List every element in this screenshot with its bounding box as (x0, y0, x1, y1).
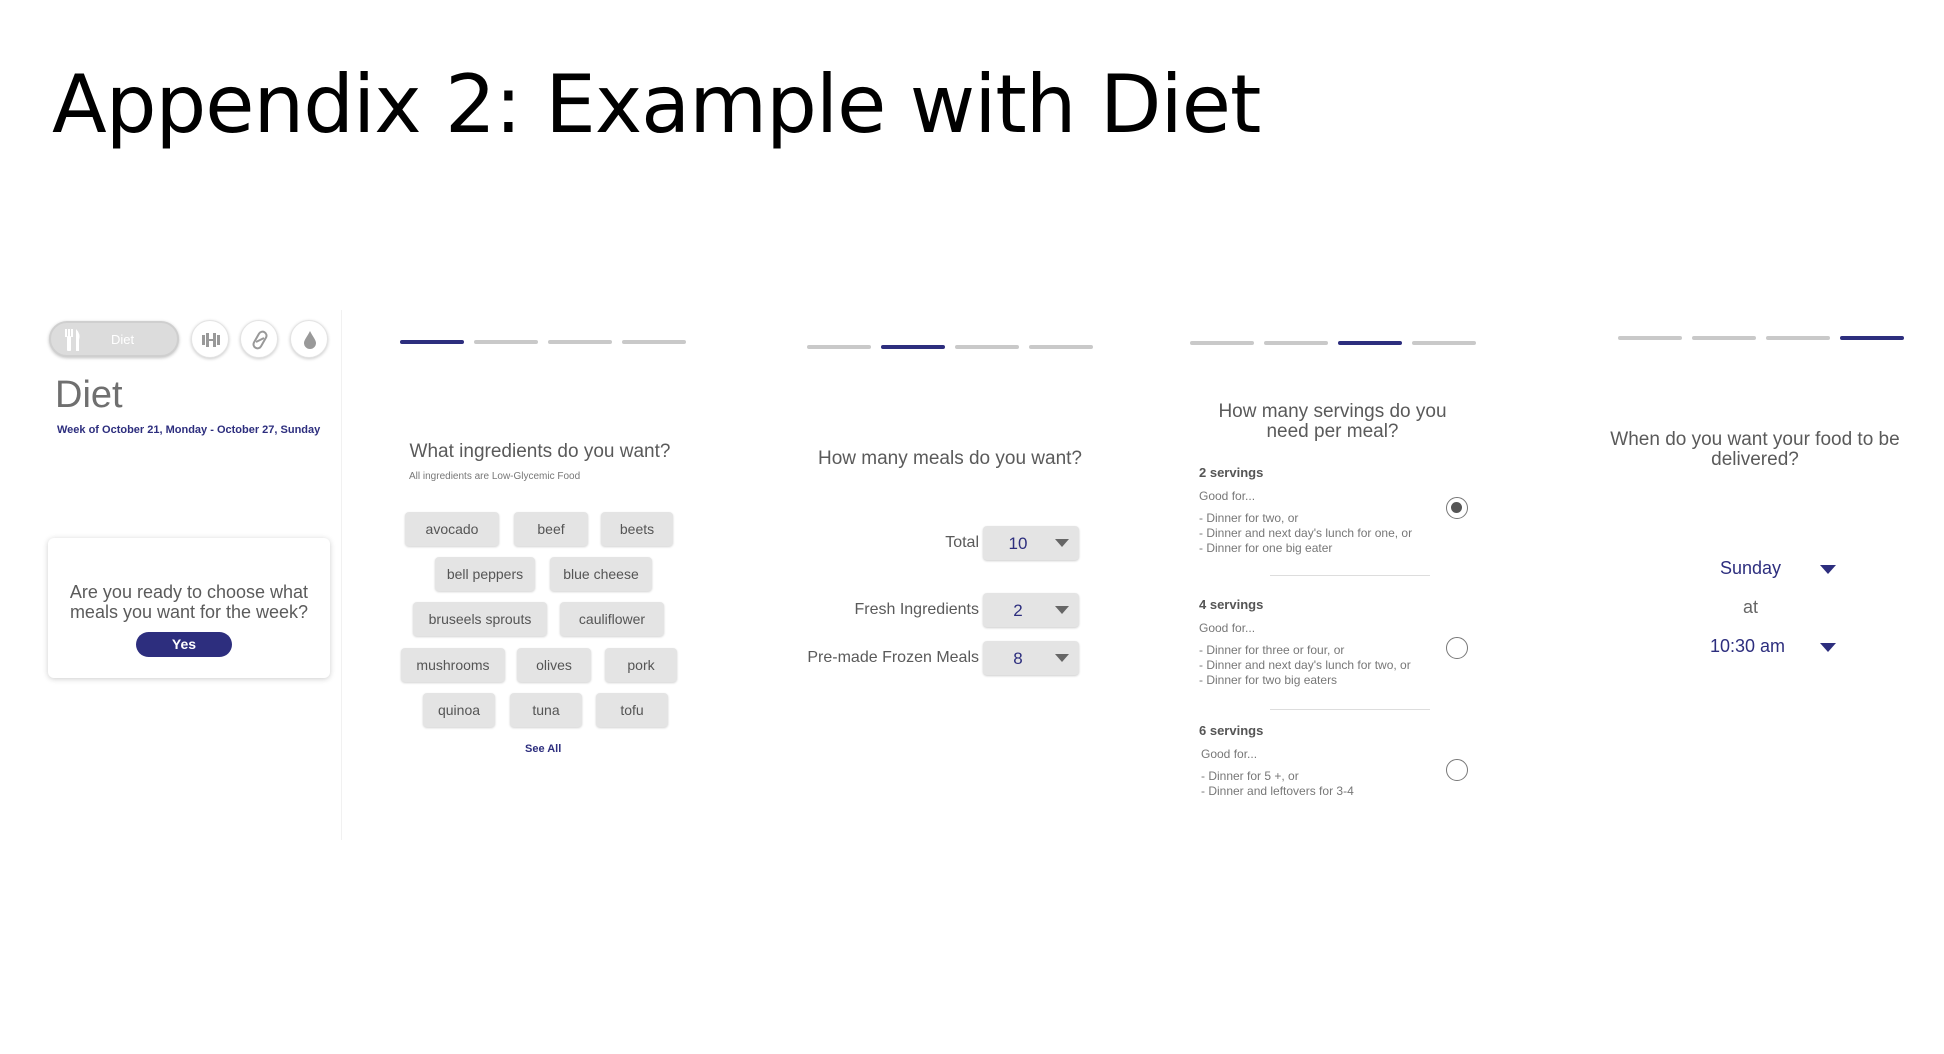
servings-detail: - Dinner for two big eaters (1199, 673, 1338, 687)
servings-option-title: 2 servings (1199, 465, 1264, 480)
servings-4-radio[interactable] (1446, 637, 1468, 659)
chevron-down-icon (1055, 539, 1069, 547)
divider (1270, 709, 1430, 710)
ingredient-chip-blue-cheese[interactable]: blue cheese (550, 557, 652, 591)
progress-step-1 (1190, 341, 1254, 345)
fresh-ingredients-select[interactable]: 2 (983, 593, 1079, 627)
progress-step-4 (1029, 345, 1093, 349)
medication-tab-button[interactable] (240, 320, 278, 358)
progress-step-4 (1412, 341, 1476, 345)
total-select[interactable]: 10 (983, 526, 1079, 560)
fork-knife-icon (65, 329, 80, 351)
delivery-screen: When do you want your food to be deliver… (1610, 330, 1930, 730)
ingredient-chip-quinoa[interactable]: quinoa (423, 693, 495, 727)
ingredient-chip-olives[interactable]: olives (517, 648, 591, 682)
servings-screen: How many servings do you need per meal? … (1190, 335, 1510, 815)
servings-good-for: Good for... (1201, 747, 1258, 761)
total-value: 10 (1008, 534, 1028, 553)
ingredients-note: All ingredients are Low-Glycemic Food (409, 471, 581, 482)
hydration-tab-button[interactable] (290, 320, 328, 358)
ingredients-screen: What ingredients do you want? All ingred… (395, 330, 695, 770)
progress-step-3 (955, 345, 1019, 349)
delivery-day-dropdown[interactable]: Sunday (1720, 556, 1850, 586)
ingredient-chip-cauliflower[interactable]: cauliflower (560, 602, 664, 636)
ingredients-question: What ingredients do you want? (409, 441, 671, 462)
ingredient-chip-bruseels-sprouts[interactable]: bruseels sprouts (413, 602, 547, 636)
frozen-meals-select[interactable]: 8 (983, 641, 1079, 675)
progress-step-1 (807, 345, 871, 349)
progress-bar (1190, 341, 1480, 346)
meal-ready-card: Are you ready to choose what meals you w… (48, 538, 330, 678)
meals-screen: How many meals do you want? Total 10 Fre… (795, 335, 1125, 735)
progress-step-2 (474, 340, 538, 344)
servings-good-for: Good for... (1199, 489, 1256, 503)
delivery-time-value: 10:30 am (1710, 636, 1786, 656)
servings-2-radio[interactable] (1446, 497, 1468, 519)
servings-detail: - Dinner for 5 +, or (1201, 769, 1299, 783)
progress-step-1 (1618, 336, 1682, 340)
week-range: Week of October 21, Monday - October 27,… (57, 424, 321, 436)
ingredient-chip-bell-peppers[interactable]: bell peppers (435, 557, 535, 591)
servings-option-title: 6 servings (1199, 723, 1264, 738)
fresh-ingredients-label: Fresh Ingredients (854, 601, 979, 618)
at-label: at (1743, 597, 1759, 617)
ingredient-chip-pork[interactable]: pork (605, 648, 677, 682)
progress-step-3 (1338, 341, 1402, 345)
progress-step-4 (622, 340, 686, 344)
chevron-down-icon (1055, 606, 1069, 614)
ingredient-chip-tuna[interactable]: tuna (510, 693, 582, 727)
frozen-meals-value: 8 (1013, 649, 1023, 668)
progress-step-3 (548, 340, 612, 344)
ingredient-chip-avocado[interactable]: avocado (405, 512, 499, 546)
progress-step-4 (1840, 336, 1904, 340)
progress-bar (400, 340, 690, 345)
progress-step-2 (881, 345, 945, 349)
delivery-question: When do you want your food to be deliver… (1610, 429, 1900, 470)
meals-question: How many meals do you want? (817, 448, 1082, 469)
diet-tab-label: Diet (111, 332, 135, 347)
meal-ready-prompt: Are you ready to choose what meals you w… (69, 582, 309, 622)
chevron-down-icon (1055, 654, 1069, 662)
ingredient-chip-tofu[interactable]: tofu (596, 693, 668, 727)
pill-icon (252, 330, 268, 350)
servings-detail: - Dinner for one big eater (1199, 541, 1333, 555)
progress-step-2 (1692, 336, 1756, 340)
chevron-down-icon (1820, 643, 1836, 652)
see-all-link[interactable]: See All (525, 743, 561, 755)
servings-detail: - Dinner and leftovers for 3-4 (1201, 784, 1354, 798)
fitness-tab-button[interactable] (191, 320, 229, 358)
servings-question: How many servings do you need per meal? (1218, 401, 1447, 442)
progress-step-3 (1766, 336, 1830, 340)
water-drop-icon (304, 331, 316, 349)
progress-step-1 (400, 340, 464, 344)
diet-tab[interactable]: Diet (49, 321, 179, 357)
servings-detail: - Dinner and next day's lunch for two, o… (1199, 658, 1411, 672)
progress-bar (807, 345, 1097, 350)
ingredient-chip-beets[interactable]: beets (601, 512, 673, 546)
divider (1270, 575, 1430, 576)
fresh-ingredients-value: 2 (1013, 601, 1023, 620)
delivery-day-value: Sunday (1720, 558, 1782, 578)
servings-good-for: Good for... (1199, 621, 1256, 635)
progress-bar (1618, 336, 1908, 341)
slide-title: Appendix 2: Example with Diet (52, 58, 1261, 151)
servings-6-radio[interactable] (1446, 759, 1468, 781)
chevron-down-icon (1820, 565, 1836, 574)
page-title: Diet (55, 374, 123, 416)
ingredient-chip-beef[interactable]: beef (514, 512, 588, 546)
diet-screen: Diet Diet Week of October 21, Monday - O… (40, 310, 342, 840)
frozen-meals-label: Pre-made Frozen Meals (807, 649, 979, 666)
delivery-time-dropdown[interactable]: 10:30 am (1710, 634, 1850, 664)
servings-detail: - Dinner for two, or (1199, 511, 1299, 525)
progress-step-2 (1264, 341, 1328, 345)
servings-option-title: 4 servings (1199, 597, 1264, 612)
total-label: Total (945, 534, 979, 551)
dumbbell-icon (202, 333, 220, 347)
servings-detail: - Dinner for three or four, or (1199, 643, 1345, 657)
ingredient-chip-mushrooms[interactable]: mushrooms (401, 648, 505, 682)
servings-detail: - Dinner and next day's lunch for one, o… (1199, 526, 1413, 540)
yes-button[interactable]: Yes (136, 632, 232, 657)
